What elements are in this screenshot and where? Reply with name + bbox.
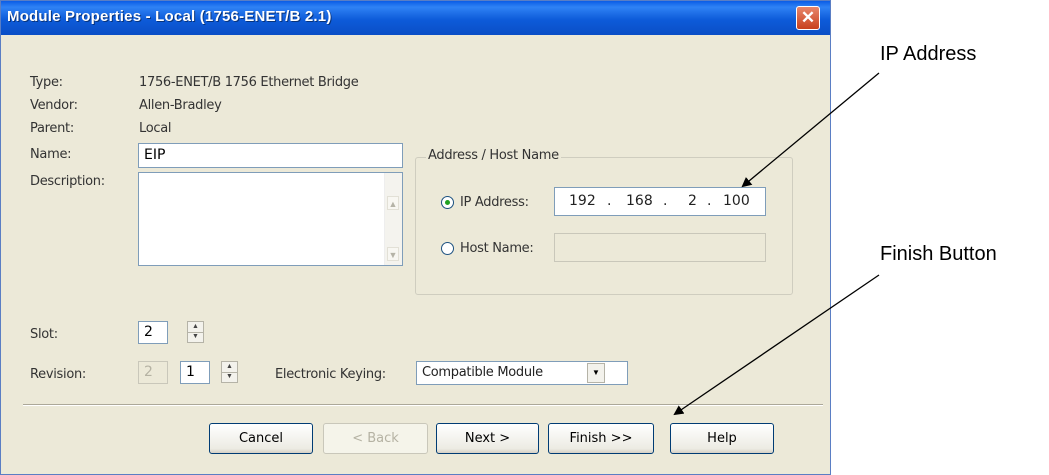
ip-address-field[interactable]: 192 . 168 . 2 . 100: [554, 187, 766, 216]
electronic-keying-label: Electronic Keying:: [275, 367, 386, 382]
type-value: 1756-ENET/B 1756 Ethernet Bridge: [139, 75, 359, 90]
revision-major-value: 2: [144, 364, 153, 380]
vendor-value: Allen-Bradley: [139, 98, 222, 113]
host-name-label: Host Name:: [460, 241, 534, 256]
ip-octet-2: 168: [626, 193, 653, 209]
ip-dot-3: .: [707, 193, 712, 209]
electronic-keying-select[interactable]: Compatible Module ▼: [416, 361, 628, 385]
address-group-label: Address / Host Name: [426, 148, 561, 163]
finish-button-annotation: Finish Button: [880, 243, 997, 265]
cancel-button[interactable]: Cancel: [209, 423, 313, 454]
revision-major-field: 2: [138, 361, 168, 384]
address-group: [415, 157, 793, 295]
module-properties-dialog: Module Properties - Local (1756-ENET/B 2…: [0, 0, 831, 475]
name-field[interactable]: EIP: [138, 143, 403, 168]
name-label: Name:: [30, 147, 72, 162]
window-title: Module Properties - Local (1756-ENET/B 2…: [7, 8, 332, 25]
slot-field[interactable]: 2: [138, 321, 168, 344]
ip-address-radio[interactable]: [441, 196, 454, 209]
slot-spinner[interactable]: ▲ ▼: [187, 321, 204, 343]
finish-button[interactable]: Finish >>: [548, 423, 654, 454]
slot-label: Slot:: [30, 327, 58, 342]
host-name-radio[interactable]: [441, 242, 454, 255]
vendor-label: Vendor:: [30, 98, 78, 113]
revision-minor-field[interactable]: 1: [180, 361, 210, 384]
description-scrollbar[interactable]: ▲ ▼: [384, 173, 402, 265]
close-icon[interactable]: ✕: [796, 6, 820, 30]
type-label: Type:: [30, 75, 63, 90]
separator: [23, 404, 823, 406]
ip-address-annotation: IP Address: [880, 43, 977, 65]
electronic-keying-value: Compatible Module: [422, 365, 543, 380]
revision-label: Revision:: [30, 367, 87, 382]
scroll-up-icon[interactable]: ▲: [387, 196, 399, 210]
back-button[interactable]: < Back: [323, 423, 428, 454]
help-button[interactable]: Help: [670, 423, 774, 454]
parent-value: Local: [139, 121, 172, 136]
description-field[interactable]: ▲ ▼: [138, 172, 403, 266]
next-button[interactable]: Next >: [436, 423, 539, 454]
ip-dot-1: .: [607, 193, 612, 209]
parent-label: Parent:: [30, 121, 74, 136]
ip-dot-2: .: [663, 193, 668, 209]
slot-value: 2: [144, 324, 153, 340]
description-label: Description:: [30, 174, 105, 189]
title-bar[interactable]: Module Properties - Local (1756-ENET/B 2…: [1, 1, 830, 35]
revision-spinner[interactable]: ▲ ▼: [221, 361, 238, 383]
ip-octet-3: 2: [688, 193, 697, 209]
ip-octet-4: 100: [723, 193, 750, 209]
scroll-down-icon[interactable]: ▼: [387, 247, 399, 261]
ip-octet-1: 192: [569, 193, 596, 209]
revision-minor-value: 1: [186, 364, 195, 380]
spin-down-icon[interactable]: ▼: [188, 332, 203, 342]
spin-down-icon[interactable]: ▼: [222, 372, 237, 382]
ip-address-label: IP Address:: [460, 195, 529, 210]
host-name-field[interactable]: [554, 233, 766, 262]
name-value: EIP: [144, 147, 166, 163]
chevron-down-icon[interactable]: ▼: [587, 363, 605, 383]
